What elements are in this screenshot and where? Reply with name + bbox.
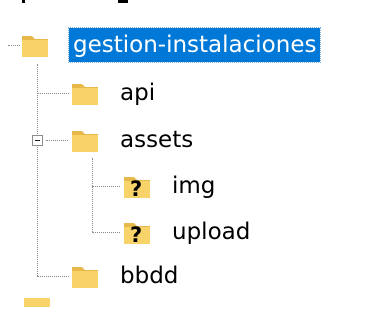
tree-item-api[interactable]: api — [70, 78, 190, 122]
tree-item-label: img — [172, 173, 216, 199]
clipped-item-remnant — [22, 0, 25, 3]
tree-item-label: api — [120, 80, 156, 106]
folder-unknown-icon: ? — [124, 177, 150, 201]
tree-item-assets[interactable]: assets — [70, 125, 220, 169]
tree-item-upload[interactable]: ? upload — [122, 217, 282, 261]
tree-connector — [46, 140, 68, 141]
folder-icon — [72, 84, 98, 105]
clipped-folder-icon — [24, 298, 50, 307]
tree-item-label: gestion-instalaciones — [67, 27, 322, 63]
tree-item-label: upload — [172, 219, 251, 245]
tree-connector — [92, 186, 120, 187]
clipped-item-remnant — [118, 0, 128, 3]
tree-connector — [37, 93, 69, 94]
tree-connector — [37, 276, 69, 277]
tree-item-gestion-instalaciones[interactable]: gestion-instalaciones — [20, 27, 367, 72]
tree-item-label: assets — [120, 127, 194, 153]
folder-unknown-icon: ? — [124, 223, 150, 247]
tree-connector — [92, 232, 120, 233]
svg-text:?: ? — [130, 223, 142, 247]
tree-item-bbdd[interactable]: bbdd — [70, 261, 200, 305]
tree-item-label: bbdd — [120, 263, 179, 289]
tree-item-img[interactable]: ? img — [122, 171, 242, 215]
folder-tree: gestion-instalaciones api assets ? img ?… — [0, 0, 367, 307]
tree-connector — [8, 45, 20, 46]
svg-text:?: ? — [130, 177, 142, 201]
folder-icon — [72, 267, 98, 288]
tree-connector — [37, 64, 38, 276]
tree-connector — [92, 158, 93, 232]
folder-icon — [72, 131, 98, 152]
collapse-expander-icon[interactable] — [32, 135, 43, 146]
folder-icon — [22, 36, 48, 57]
